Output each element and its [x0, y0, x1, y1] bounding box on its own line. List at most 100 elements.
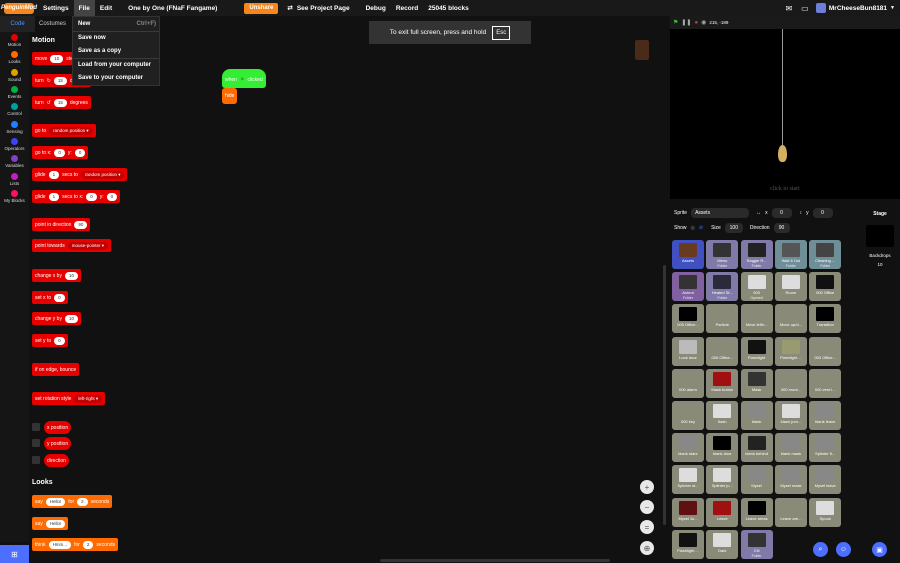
sprite-tile[interactable]: 000 alarm	[672, 368, 704, 398]
menu-item-save-computer[interactable]: Save to your computer	[73, 71, 159, 85]
sprite-tile[interactable]: Mysel	[740, 465, 773, 495]
category-my-blocks[interactable]: My Blocks	[0, 188, 29, 205]
category-events[interactable]: Events	[0, 84, 29, 101]
category-sensing[interactable]: Sensing	[0, 118, 29, 135]
goto-xy-block[interactable]: go to x: 0 y: 0	[32, 146, 89, 159]
add-extension-button[interactable]: ⊞	[0, 545, 29, 563]
sprite-tile[interactable]: Mask	[740, 368, 773, 398]
menu-item-save-now[interactable]: Save now	[73, 30, 159, 45]
y-position-reporter[interactable]: y position	[44, 437, 72, 450]
sprite-tile[interactable]: 000 Office...	[809, 336, 842, 366]
edit-menu[interactable]: Edit	[95, 0, 117, 16]
zoom-reset-button[interactable]: =	[640, 520, 654, 534]
block-input[interactable]: Hmm...	[48, 540, 72, 549]
rotation-style-block[interactable]: set rotation style left-right ▾	[32, 392, 106, 405]
sprite-tile[interactable]: 000 Opened	[740, 272, 773, 302]
block-input[interactable]: 2	[77, 497, 88, 506]
sprite-tile[interactable]: Leave	[706, 497, 739, 527]
sprite-tile[interactable]: blank leave	[809, 401, 842, 430]
project-title[interactable]: One by One (FNaF Fangame)	[123, 0, 222, 16]
menu-item-load[interactable]: Load from your computer	[73, 57, 159, 72]
sprite-tile[interactable]: Wait it Out Folder	[774, 240, 807, 269]
block-input[interactable]: 0	[86, 192, 97, 201]
x-input[interactable]: 0	[771, 208, 792, 218]
stage-selector[interactable]: Stage Backdrops 10	[860, 203, 900, 563]
point-towards-block[interactable]: point towards mouse-pointer ▾	[32, 239, 112, 252]
messages-icon[interactable]: ✉	[781, 0, 797, 16]
menu-item-save-copy[interactable]: Save as a copy	[73, 44, 159, 58]
file-menu[interactable]: File	[73, 0, 95, 16]
set-y-block[interactable]: set y to 0	[32, 334, 68, 347]
sprite-tile[interactable]: Move up/d...	[774, 304, 807, 334]
penguinmod-logo[interactable]: PenguinMod	[1, 2, 37, 14]
sprite-tile[interactable]: blank jum...	[774, 401, 807, 430]
change-y-block[interactable]: change y by 10	[32, 312, 81, 325]
sprite-tile[interactable]: Look door	[672, 336, 704, 366]
sprite-tile[interactable]: Splinter ju...	[706, 465, 739, 495]
block-input[interactable]: 0	[106, 192, 118, 201]
sprite-tile[interactable]: Mysel mask	[774, 465, 807, 495]
sprite-tile[interactable]: flash	[706, 401, 739, 430]
direction-reporter[interactable]: direction	[44, 454, 69, 467]
see-project-page-link[interactable]: ⇄ See Project Page	[282, 0, 354, 16]
sprite-tile[interactable]: Mysel leave	[809, 465, 842, 495]
x-position-reporter[interactable]: x position	[44, 421, 72, 434]
hide-block[interactable]: hide	[222, 88, 238, 104]
sprite-tile[interactable]: Splinter st...	[672, 465, 704, 495]
sprite-name-input[interactable]: Assets	[691, 208, 750, 218]
sprite-tile[interactable]: 000 Office	[809, 272, 842, 302]
sprite-tile[interactable]: Move left/r...	[740, 304, 773, 334]
category-motion[interactable]: Motion	[0, 32, 29, 49]
sprite-tile[interactable]: Flashlight ...	[672, 529, 704, 559]
when-flag-clicked-block[interactable]: when ⚑ clicked	[222, 69, 266, 88]
sprite-tile[interactable]: Flashlight	[740, 336, 773, 366]
record-button[interactable]: Record	[391, 0, 423, 16]
set-x-block[interactable]: set x to 0	[32, 291, 68, 304]
tab-costumes[interactable]: Costumes	[35, 16, 70, 32]
category-sound[interactable]: Sound	[0, 67, 29, 84]
say-block[interactable]: say Hello!	[32, 517, 69, 530]
green-flag-icon[interactable]: ⚑	[673, 19, 678, 26]
turn-left-block[interactable]: turn ↺ 15 degrees	[32, 96, 91, 109]
bounce-block[interactable]: if on edge, bounce	[32, 363, 80, 376]
block-input[interactable]: Hello!	[45, 497, 66, 506]
account-menu[interactable]: MrCheeseBun8181 ▼	[813, 0, 900, 16]
glide-xy-block[interactable]: glide 1 secs to x: 0 y: 0	[32, 190, 121, 203]
block-input[interactable]: 2	[82, 540, 94, 549]
sprite-tile[interactable]: blank mask	[774, 433, 807, 463]
block-input[interactable]: 15	[53, 76, 67, 85]
sprite-tile[interactable]: Leave areas	[740, 497, 773, 527]
sprite-tile[interactable]: 000 Office...	[672, 304, 704, 334]
direction-checkbox[interactable]	[32, 456, 40, 464]
sprite-tile[interactable]: 000 mont...	[774, 368, 807, 398]
sprite-tile[interactable]: blank	[740, 401, 773, 430]
direction-input[interactable]: 90	[773, 223, 790, 233]
sprite-tile[interactable]: Heated St... Folder	[706, 272, 739, 302]
vertical-scrollbar[interactable]	[663, 265, 666, 525]
horizontal-scrollbar[interactable]	[380, 559, 610, 562]
sprite-tile[interactable]: blank door	[706, 433, 739, 463]
sprite-tile[interactable]: 000 key	[672, 401, 704, 430]
block-input[interactable]: Hello!	[45, 519, 66, 528]
sprite-tile[interactable]: blank stare	[672, 433, 704, 463]
block-dropdown[interactable]: random position ▾	[80, 170, 125, 179]
block-input[interactable]: 10	[64, 314, 78, 323]
block-input[interactable]: 0	[54, 148, 65, 157]
sprite-tile[interactable]: Flashlight ...	[774, 336, 807, 366]
sprite-tile[interactable]: Transition	[809, 304, 842, 334]
tab-code[interactable]: Code	[0, 16, 35, 32]
sprite-tile[interactable]: Leave are...	[774, 497, 807, 527]
sprite-tile[interactable]: Assets	[672, 240, 704, 269]
sprite-tile[interactable]: Splinter fl...	[809, 433, 842, 463]
turbo-icon[interactable]: ◉	[701, 19, 706, 26]
say-for-block[interactable]: say Hello! for 2 seconds	[32, 495, 113, 508]
hide-sprite-icon[interactable]: ⊘	[699, 225, 703, 231]
stage-canvas[interactable]: click to start	[670, 29, 900, 199]
category-control[interactable]: Control	[0, 101, 29, 118]
zoom-out-button[interactable]: −	[640, 500, 654, 514]
sprite-tile[interactable]: 000 Office...	[706, 336, 739, 366]
block-input[interactable]: 0	[74, 148, 86, 157]
sprite-tile[interactable]: Mysel Ju...	[672, 497, 704, 527]
glide-block[interactable]: glide 1 secs to random position ▾	[32, 168, 128, 181]
y-position-checkbox[interactable]	[32, 439, 40, 447]
